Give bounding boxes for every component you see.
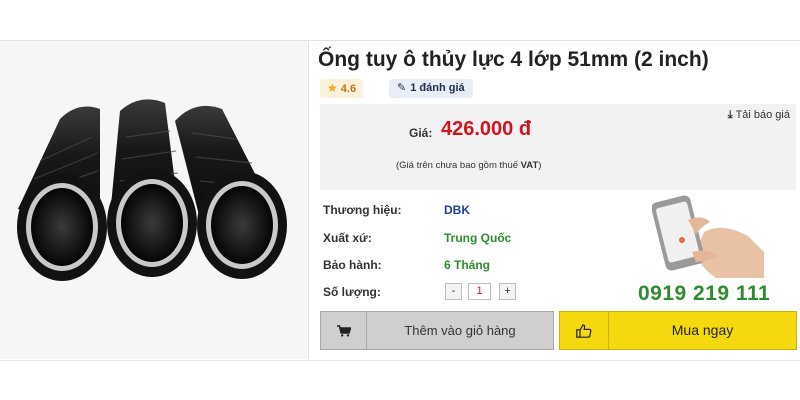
download-quote-link[interactable]: ⤓ Tải báo giá [728,109,790,122]
review-count-badge[interactable]: ✎ 1 đánh giá [389,79,473,98]
spec-label-quantity: Số lượng: [323,285,381,299]
download-icon: ⤓ [727,109,733,121]
add-to-cart-label: Thêm vào giỏ hàng [404,323,516,338]
hotline-number[interactable]: 0919 219 111 [638,282,770,306]
product-image[interactable] [0,41,309,359]
spec-value-warranty: 6 Tháng [444,258,491,272]
product-title: Ống tuy ô thủy lực 4 lớp 51mm (2 inch) [318,48,709,71]
buy-now-label: Mua ngay [671,322,734,338]
quantity-decrement-button[interactable]: - [445,283,462,300]
price-box: ⤓ Tải báo giá Giá: 426.000 đ (Giá trên ch… [320,104,796,190]
price-note: (Giá trên chưa bao gồm thuế VAT) [396,160,541,171]
star-icon: ★ [327,81,338,95]
price-note-prefix: (Giá trên chưa bao gồm thuế [396,160,521,171]
add-to-cart-button[interactable]: Thêm vào giỏ hàng [320,311,554,350]
spec-value-origin: Trung Quốc [444,231,512,245]
hose-illustration [17,99,287,281]
spec-value-brand[interactable]: DBK [444,203,470,217]
price-note-suffix: ) [538,160,542,171]
quantity-increment-button[interactable]: + [499,283,516,300]
bottom-divider [0,360,800,361]
quantity-input[interactable] [468,283,491,300]
rating-badge[interactable]: ★ 4.6 [320,79,364,98]
price-note-vat: VAT [520,160,539,171]
cart-icon [321,312,367,349]
phone-hand-illustration [652,195,764,278]
rating-value: 4.6 [340,83,357,95]
spec-label-brand: Thương hiệu: [323,203,402,217]
review-count: 1 đánh giá [410,82,465,94]
thumbs-up-icon [560,312,609,349]
price-value: 426.000 đ [441,118,532,140]
spec-label-warranty: Bảo hành: [323,258,382,272]
pen-icon: ✎ [397,82,407,94]
price-label: Giá: [409,126,433,140]
spec-label-origin: Xuất xứ: [323,231,372,245]
buy-now-button[interactable]: Mua ngay [559,311,797,350]
download-quote-label: Tải báo giá [735,109,790,121]
